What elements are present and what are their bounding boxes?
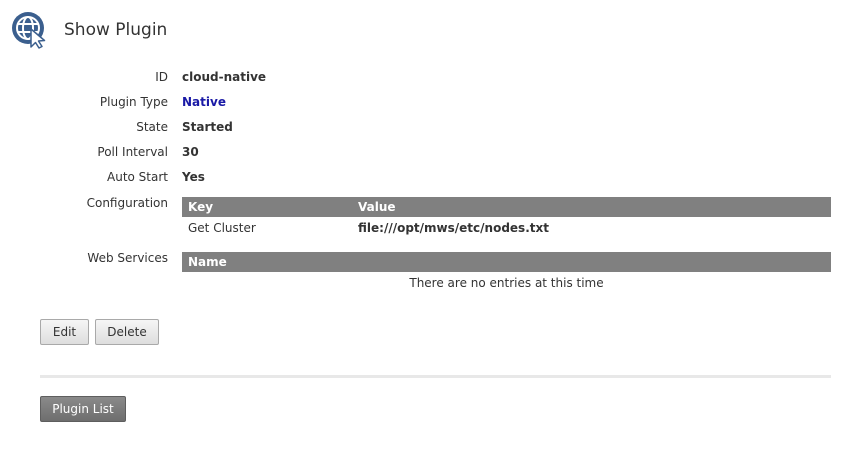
table-row: Get Cluster file:///opt/mws/etc/nodes.tx…	[182, 217, 831, 237]
field-label: ID	[155, 70, 168, 84]
field-label: Configuration	[86, 196, 168, 210]
field-value: 30	[182, 145, 199, 159]
globe-cursor-icon	[12, 12, 46, 49]
page-header: Show Plugin	[11, 10, 167, 50]
empty-row: There are no entries at this time	[182, 272, 831, 292]
column-header-value: Value	[358, 200, 396, 214]
web-services-table: Name There are no entries at this time	[182, 252, 831, 292]
page-title: Show Plugin	[64, 20, 168, 40]
column-header-name: Name	[188, 255, 227, 269]
table-header: Name	[182, 252, 831, 272]
field-label: Poll Interval	[97, 145, 168, 159]
field-label: State	[136, 120, 168, 134]
column-header-key: Key	[188, 200, 214, 214]
plugin-type-link[interactable]: Native	[182, 95, 226, 109]
field-plugin-type: Plugin Type Native	[0, 95, 863, 115]
field-label: Auto Start	[107, 170, 168, 184]
field-id: ID cloud-native	[0, 70, 863, 90]
field-value: cloud-native	[182, 70, 267, 84]
divider	[40, 375, 831, 378]
field-value: Started	[182, 120, 233, 134]
delete-button[interactable]: Delete	[95, 319, 159, 345]
field-poll-interval: Poll Interval 30	[0, 145, 863, 165]
empty-message: There are no entries at this time	[409, 276, 604, 290]
field-label: Plugin Type	[99, 95, 168, 109]
field-label: Web Services	[87, 251, 168, 265]
field-value: Yes	[182, 170, 205, 184]
config-value: file:///opt/mws/etc/nodes.txt	[358, 221, 549, 235]
field-auto-start: Auto Start Yes	[0, 170, 863, 190]
field-state: State Started	[0, 120, 863, 140]
table-header: Key Value	[182, 197, 831, 217]
config-key: Get Cluster	[188, 221, 256, 235]
configuration-table: Key Value Get Cluster file:///opt/mws/et…	[182, 197, 831, 237]
edit-button[interactable]: Edit	[40, 319, 89, 345]
plugin-list-button[interactable]: Plugin List	[40, 396, 126, 422]
